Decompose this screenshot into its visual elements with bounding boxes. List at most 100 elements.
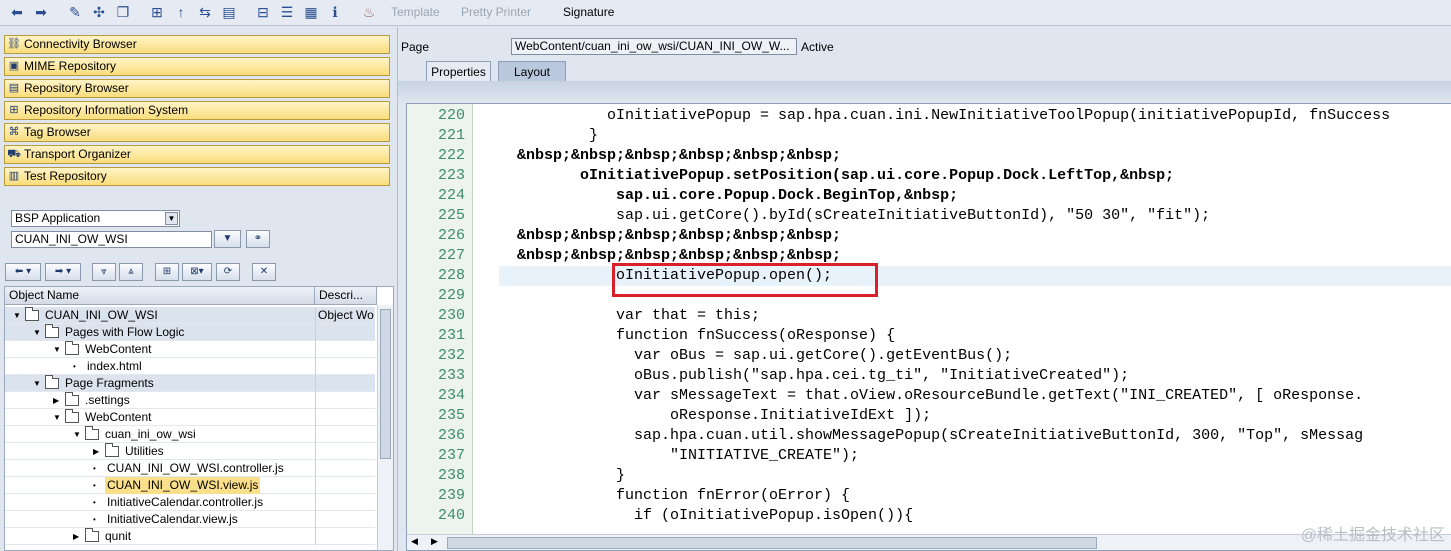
line-number: 234 [437, 387, 465, 404]
expanded-arrow-icon[interactable]: ▼ [13, 307, 23, 324]
mime-icon: ▣ [8, 60, 20, 72]
tree-row-description [315, 324, 375, 341]
line-number: 229 [437, 287, 465, 304]
object-type-select[interactable]: BSP Application ▼ [11, 210, 180, 227]
tree-row[interactable]: ▼ WebContent [5, 341, 375, 358]
info-icon[interactable]: ℹ [326, 3, 344, 21]
code-line[interactable]: var oBus = sap.ui.getCore().getEventBus(… [499, 346, 1451, 366]
close-button[interactable]: ✕ [252, 263, 276, 281]
code-line[interactable]: &nbsp;&nbsp;&nbsp;&nbsp;&nbsp;&nbsp; [499, 226, 1451, 246]
code-line[interactable]: "INITIATIVE_CREATE"); [499, 446, 1451, 466]
display-object-icon[interactable]: ❐ [114, 3, 132, 21]
template-button[interactable]: Template [391, 5, 440, 19]
expanded-arrow-icon[interactable]: ▼ [33, 375, 43, 392]
where-used-icon[interactable]: ↑ [172, 3, 190, 21]
hierarchy-icon[interactable]: ⊞ [148, 3, 166, 21]
tab-layout[interactable]: Layout [498, 61, 566, 81]
next-object-button[interactable]: ➡ ▾ [45, 263, 81, 281]
collapse-button[interactable]: ⩓ [119, 263, 143, 281]
back-arrow-icon[interactable]: ⬅ [8, 3, 26, 21]
application-toolbar: ⬅ ➡ ✎ ✣ ❐ ⊞ ↑ ⇆ ▤ ⊟ ☰ ▦ ℹ ♨ Template Pre… [0, 0, 1451, 26]
display-glasses-button[interactable]: ⚭ [246, 230, 270, 248]
column-header-description[interactable]: Descri... [315, 287, 377, 305]
repository-browser-button[interactable]: ▤ Repository Browser [4, 79, 390, 98]
leaf-bullet-icon[interactable]: • [93, 460, 103, 477]
stack-icon[interactable]: ☰ [278, 3, 296, 21]
tree-row[interactable]: • InitiativeCalendar.view.js [5, 511, 375, 528]
tree-row[interactable]: ▼ Pages with Flow Logic [5, 324, 375, 341]
code-line[interactable]: } [499, 466, 1451, 486]
repository-information-system-button[interactable]: ⊞ Repository Information System [4, 101, 390, 120]
expanded-arrow-icon[interactable]: ▼ [73, 426, 83, 443]
select-button[interactable]: ⊠▾ [182, 263, 212, 281]
tree-row[interactable]: ▶ .settings [5, 392, 375, 409]
tag-icon: ⌘ [8, 126, 20, 138]
column-header-object-name[interactable]: Object Name [5, 287, 315, 305]
code-line[interactable]: oBus.publish("sap.hpa.cei.tg_ti", "Initi… [499, 366, 1451, 386]
forward-arrow-icon[interactable]: ➡ [32, 3, 50, 21]
tree-vertical-scrollbar[interactable] [377, 305, 393, 550]
leaf-bullet-icon[interactable]: • [93, 511, 103, 528]
code-line[interactable]: sap.hpa.cuan.util.showMessagePopup(sCrea… [499, 426, 1451, 446]
tree-row[interactable]: ▶ qunit [5, 528, 375, 545]
collapsed-arrow-icon[interactable]: ▶ [53, 392, 63, 409]
pretty-printer-icon[interactable]: ♨ [360, 3, 378, 21]
code-line[interactable]: sap.ui.core.Popup.Dock.BeginTop,&nbsp; [499, 186, 1451, 206]
page-field[interactable]: WebContent/cuan_ini_ow_wsi/CUAN_INI_OW_W… [511, 38, 797, 55]
code-line[interactable]: function fnSuccess(oResponse) { [499, 326, 1451, 346]
tree-row[interactable]: ▼ WebContent [5, 409, 375, 426]
tree-icon[interactable]: ⊟ [254, 3, 272, 21]
mime-repository-button[interactable]: ▣ MIME Repository [4, 57, 390, 76]
navigate-icon[interactable]: ⇆ [196, 3, 214, 21]
transport-organizer-button[interactable]: ⛟ Transport Organizer [4, 145, 390, 164]
code-line[interactable]: oResponse.InitiativeIdExt ]); [499, 406, 1451, 426]
leaf-bullet-icon[interactable]: • [73, 358, 83, 375]
leaf-bullet-icon[interactable]: • [93, 494, 103, 511]
connectivity-browser-button[interactable]: ⛓ Connectivity Browser [4, 35, 390, 54]
signature-button[interactable]: Signature [563, 5, 614, 19]
hierarchy-button[interactable]: ⊞ [155, 263, 179, 281]
tree-row[interactable]: ▼ Page Fragments [5, 375, 375, 392]
test-repository-button[interactable]: ▥ Test Repository [4, 167, 390, 186]
window-icon[interactable]: ▤ [220, 3, 238, 21]
tree-row[interactable]: • CUAN_INI_OW_WSI.view.js [5, 477, 375, 494]
code-line[interactable]: oInitiativePopup.setPosition(sap.ui.core… [499, 166, 1451, 186]
tree-row[interactable]: • CUAN_INI_OW_WSI.controller.js [5, 460, 375, 477]
chevron-down-icon[interactable]: ▼ [165, 212, 178, 225]
tab-properties[interactable]: Properties [426, 61, 491, 81]
scroll-left-icon[interactable]: ◀ [411, 536, 418, 547]
expanded-arrow-icon[interactable]: ▼ [33, 324, 43, 341]
code-line[interactable]: function fnError(oError) { [499, 486, 1451, 506]
expanded-arrow-icon[interactable]: ▼ [53, 409, 63, 426]
code-line[interactable]: oInitiativePopup = sap.hpa.cuan.ini.NewI… [499, 106, 1451, 126]
collapsed-arrow-icon[interactable]: ▶ [93, 443, 103, 460]
pretty-printer-button[interactable]: Pretty Printer [461, 5, 531, 19]
code-line[interactable]: } [499, 126, 1451, 146]
code-line[interactable]: var that = this; [499, 306, 1451, 326]
tree-row[interactable]: • index.html [5, 358, 375, 375]
leaf-bullet-icon[interactable]: • [93, 477, 103, 494]
previous-object-button[interactable]: ⬅ ▾ [5, 263, 41, 281]
tree-row[interactable]: ▼ CUAN_INI_OW_WSI Object Wo [5, 307, 375, 324]
code-line[interactable]: sap.ui.getCore().byId(sCreateInitiativeB… [499, 206, 1451, 226]
object-name-input[interactable]: CUAN_INI_OW_WSI [11, 231, 212, 248]
layout-icon[interactable]: ▦ [302, 3, 320, 21]
activate-icon[interactable]: ✣ [90, 3, 108, 21]
code-editor[interactable]: 220 221 222 223 224 225 226 227 228 229 230 231 232 2… [406, 103, 1451, 551]
code-line[interactable]: var sMessageText = that.oView.oResourceB… [499, 386, 1451, 406]
scrollbar-thumb[interactable] [447, 537, 1097, 549]
expand-button[interactable]: ⩔ [92, 263, 116, 281]
collapsed-arrow-icon[interactable]: ▶ [73, 528, 83, 545]
expanded-arrow-icon[interactable]: ▼ [53, 341, 63, 358]
tree-row[interactable]: • InitiativeCalendar.controller.js [5, 494, 375, 511]
scroll-right-icon[interactable]: ▶ [431, 536, 438, 547]
scrollbar-thumb[interactable] [380, 309, 391, 459]
tree-row[interactable]: ▼ cuan_ini_ow_wsi [5, 426, 375, 443]
tree-row[interactable]: ▶ Utilities [5, 443, 375, 460]
check-syntax-icon[interactable]: ✎ [66, 3, 84, 21]
refresh-button[interactable]: ⟳ [216, 263, 240, 281]
object-name-dropdown-button[interactable]: ▼ [214, 230, 241, 248]
code-line[interactable]: &nbsp;&nbsp;&nbsp;&nbsp;&nbsp;&nbsp; [499, 146, 1451, 166]
editor-horizontal-scrollbar[interactable]: ◀ ▶ [407, 534, 1451, 550]
tag-browser-button[interactable]: ⌘ Tag Browser [4, 123, 390, 142]
